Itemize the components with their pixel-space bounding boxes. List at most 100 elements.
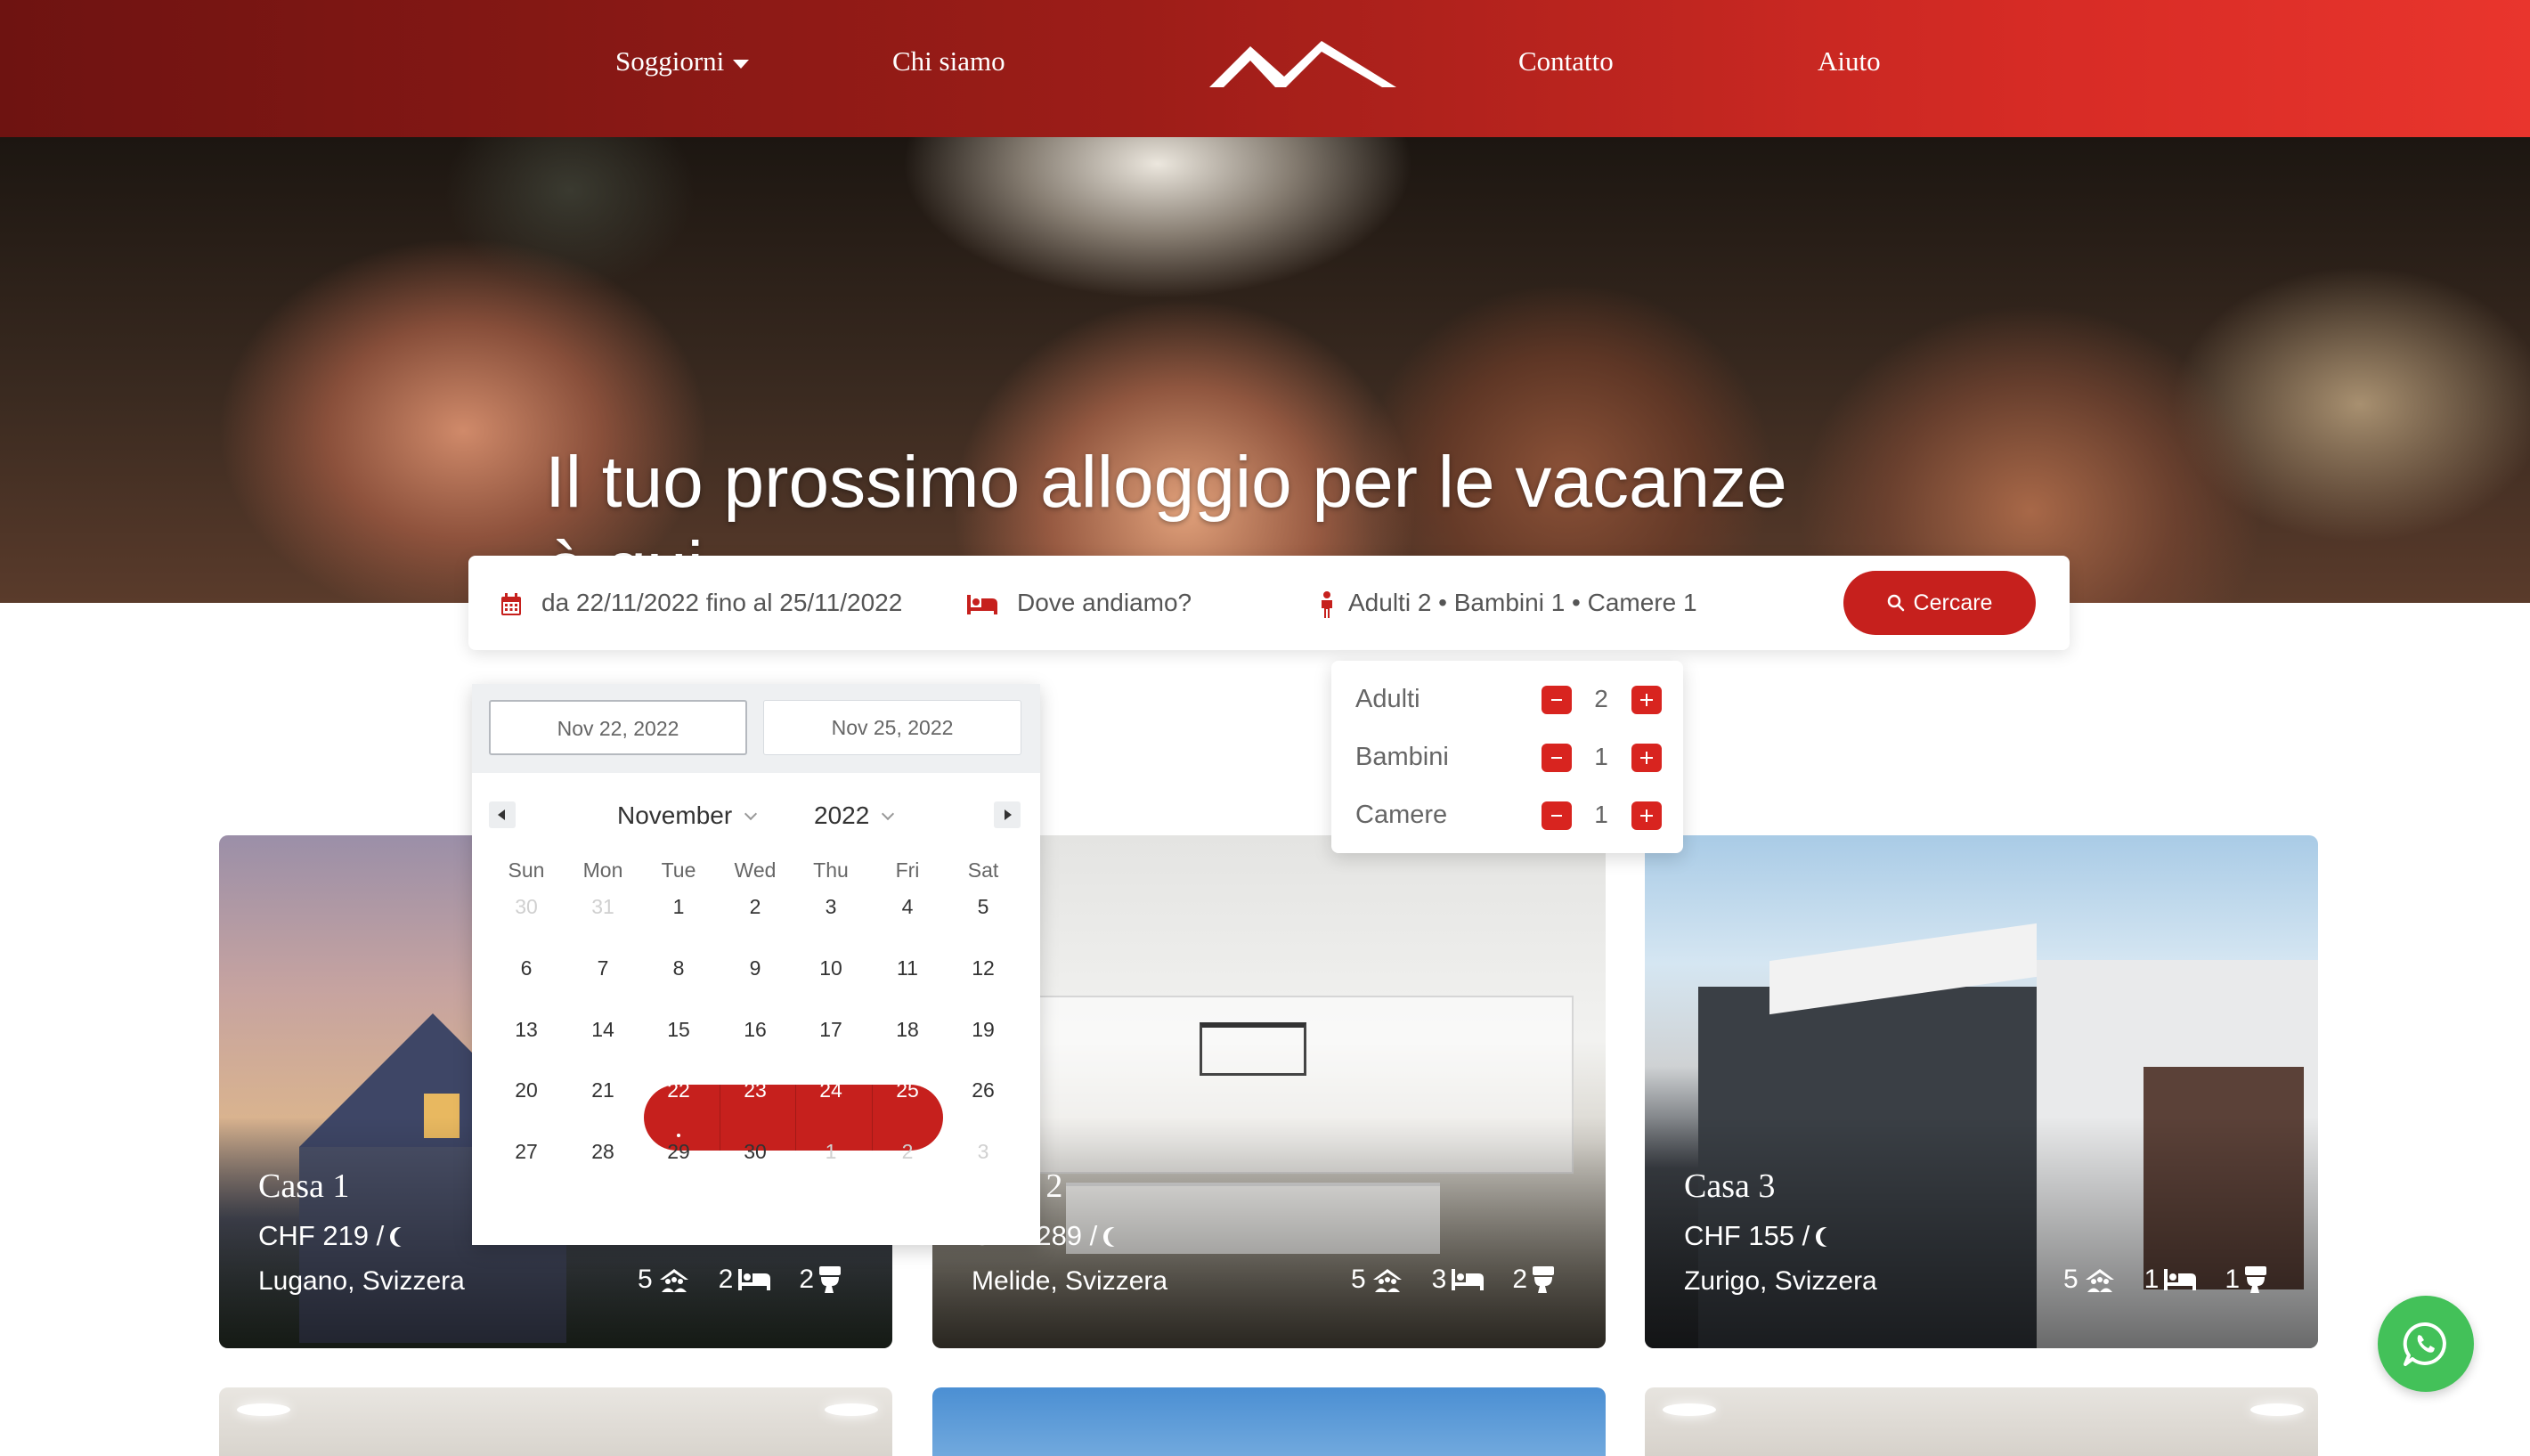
calendar-day[interactable]: 13 [488,998,565,1061]
calendar-day[interactable]: 7 [565,937,641,999]
increment-button[interactable] [1631,686,1662,714]
search-bar: da 22/11/2022 fino al 25/11/2022 Dove an… [468,556,2070,650]
increment-button[interactable] [1631,744,1662,772]
card-price: CHF 219 / [258,1220,412,1252]
date-picker-header: Nov 22, 2022 Nov 25, 2022 [472,684,1040,773]
calendar-day[interactable]: 29 [640,1120,717,1183]
calendar-day[interactable]: 11 [869,937,946,999]
calendar-day[interactable]: 10 [793,937,869,999]
calendar-day[interactable]: 28 [565,1120,641,1183]
property-card-6[interactable] [1645,1387,2318,1456]
date-picker: Nov 22, 2022 Nov 25, 2022 November 2022 … [472,684,1040,1245]
calendar-day[interactable]: 18 [869,998,946,1061]
prev-month-button[interactable] [489,801,516,828]
baths-stat: 2 [799,1265,841,1295]
house-people-icon [659,1269,688,1292]
calendar-day[interactable]: 22 [640,1059,717,1121]
calendar-day[interactable]: 27 [488,1120,565,1183]
card-stats: 5 3 2 [1351,1265,1554,1295]
calendar-day[interactable]: 5 [945,875,1021,938]
month-select[interactable]: November [617,798,758,834]
ceiling-light [2250,1403,2304,1416]
card-location: Melide, Svizzera [972,1266,1168,1296]
card-price-text: CHF 219 / [258,1220,385,1251]
calendar-day[interactable]: 9 [717,937,793,999]
nav-aiuto[interactable]: Aiuto [1818,39,1881,84]
calendar-day[interactable]: 26 [945,1059,1021,1121]
calendar-day[interactable]: 16 [717,998,793,1061]
calendar-day[interactable]: 30 [488,875,565,938]
nav-contatto[interactable]: Contatto [1518,39,1614,84]
calendar-day[interactable]: 17 [793,998,869,1061]
mountain-logo-icon[interactable] [1208,36,1398,91]
calendar-day[interactable]: 2 [717,875,793,938]
baths-count: 1 [2225,1265,2240,1294]
guests-count: 5 [637,1265,653,1294]
guests-popover: Adulti 2 Bambini 1 Camere 1 [1331,661,1683,853]
start-date-input[interactable]: Nov 22, 2022 [489,700,747,755]
calendar-day[interactable]: 21 [565,1059,641,1121]
hero-image: Il tuo prossimo alloggio per le vacanze … [0,137,2530,603]
destination-placeholder: Dove andiamo? [1017,589,1192,616]
bed-icon [967,594,997,614]
calendar-day[interactable]: 31 [565,875,641,938]
nav-chi-siamo[interactable]: Chi siamo [892,39,1005,84]
increment-button[interactable] [1631,801,1662,830]
calendar-day[interactable]: 25 [869,1059,946,1121]
decrement-button[interactable] [1542,744,1572,772]
date-range-field[interactable]: da 22/11/2022 fino al 25/11/2022 [500,582,902,623]
calendar-day[interactable]: 8 [640,937,717,999]
next-month-button[interactable] [994,801,1021,828]
chevron-down-icon [882,807,895,821]
calendar-day[interactable]: 12 [945,937,1021,999]
toilet-icon [2245,1266,2266,1293]
guests-row-label: Bambini [1355,743,1449,771]
year-select[interactable]: 2022 [814,798,895,834]
nav-soggiorni[interactable]: Soggiorni [615,39,750,84]
destination-field[interactable]: Dove andiamo? [967,582,1192,623]
calendar-day[interactable]: 23 [717,1059,793,1121]
end-date-input[interactable]: Nov 25, 2022 [763,700,1021,755]
month-select-value: November [617,801,733,829]
decrement-button[interactable] [1542,686,1572,714]
calendar-day[interactable]: 1 [640,875,717,938]
chevron-down-icon [744,807,758,821]
card-location: Zurigo, Svizzera [1684,1266,1877,1296]
calendar-day[interactable]: 2 [869,1120,946,1183]
beds-count: 1 [2144,1265,2160,1294]
calendar-day[interactable]: 15 [640,998,717,1061]
card-price-text: CHF 155 / [1684,1220,1810,1251]
calendar-day[interactable]: 20 [488,1059,565,1121]
baths-stat: 1 [2225,1265,2266,1295]
calendar-day[interactable]: 14 [565,998,641,1061]
whatsapp-button[interactable] [2378,1296,2474,1392]
calendar-day[interactable]: 24 [793,1059,869,1121]
calendar-day[interactable]: 6 [488,937,565,999]
search-button[interactable]: Cercare [1843,571,2036,635]
top-navbar: Soggiorni Chi siamo Contatto Aiuto [0,0,2530,137]
guests-field[interactable]: Adulti 2 • Bambini 1 • Camere 1 [1320,582,1697,623]
bed-icon [1452,1269,1485,1290]
calendar-day[interactable]: 19 [945,998,1021,1061]
house-people-icon [1372,1269,1402,1292]
year-select-value: 2022 [814,801,870,829]
calendar-day[interactable]: 4 [869,875,946,938]
calendar-day[interactable]: 30 [717,1120,793,1183]
calendar-day[interactable]: 3 [793,875,869,938]
ceiling-light [237,1403,290,1416]
moon-icon [1820,1227,1838,1247]
guests-row-value: 2 [1594,685,1608,712]
property-card-3[interactable]: Casa 3 CHF 155 / Zurigo, Svizzera 5 1 1 [1645,835,2318,1348]
bed-icon [738,1269,771,1290]
toilet-icon [819,1266,841,1293]
card-location: Lugano, Svizzera [258,1266,465,1296]
decrement-button[interactable] [1542,801,1572,830]
person-icon [1322,590,1332,618]
calendar-day[interactable]: 3 [945,1120,1021,1183]
guests-stat: 5 [638,1265,690,1295]
guests-count: 5 [2062,1265,2079,1294]
guests-stat: 5 [2063,1265,2116,1295]
calendar-day[interactable]: 1 [793,1120,869,1183]
property-card-5[interactable] [932,1387,1606,1456]
property-card-4[interactable] [219,1387,892,1456]
